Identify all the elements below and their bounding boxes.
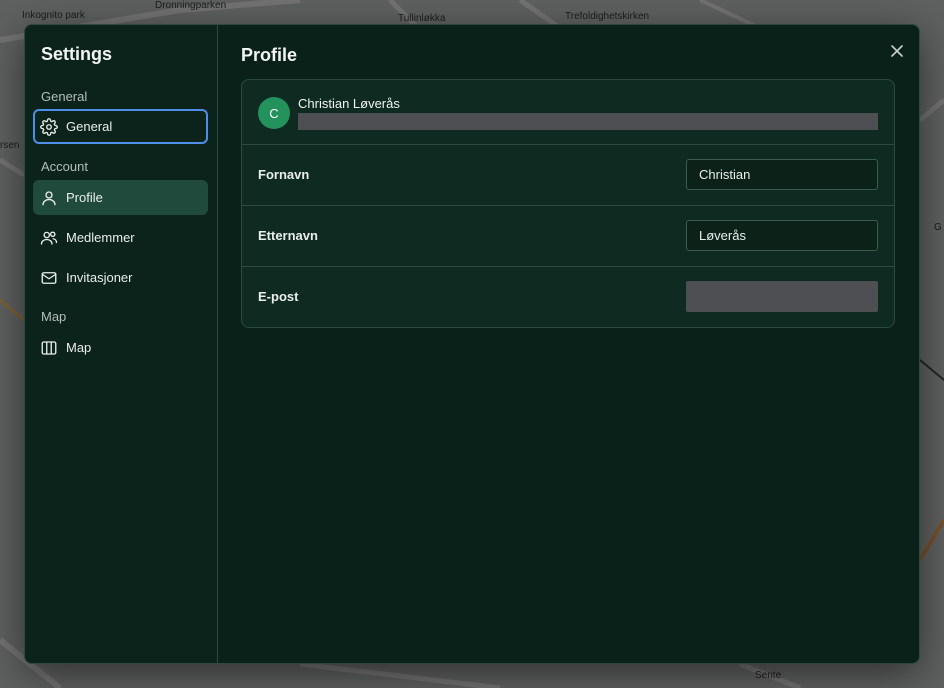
sidebar-item-label: Profile <box>66 190 103 205</box>
last-name-row: Etternavn <box>242 205 894 267</box>
sidebar-item-general[interactable]: General <box>33 109 208 144</box>
profile-header: C Christian Løverås <box>242 80 894 145</box>
page-title: Profile <box>241 45 298 65</box>
email-label: E-post <box>258 289 299 304</box>
sidebar-item-invitations[interactable]: Invitasjoner <box>33 260 208 295</box>
section-label-general: General <box>41 89 88 104</box>
sidebar-item-label: Medlemmer <box>66 230 135 245</box>
map-icon <box>40 339 58 357</box>
sidebar-item-label: General <box>66 119 113 134</box>
users-icon <box>40 229 58 247</box>
last-name-label: Etternavn <box>258 228 318 243</box>
close-icon <box>891 45 903 57</box>
sidebar-title: Settings <box>41 44 113 64</box>
email-row: E-post <box>242 266 894 327</box>
sidebar-item-members[interactable]: Medlemmer <box>33 220 208 255</box>
first-name-label: Fornavn <box>258 167 310 182</box>
sidebar-item-profile[interactable]: Profile <box>33 180 208 215</box>
gear-icon <box>40 117 58 136</box>
user-icon <box>40 189 58 207</box>
sidebar-item-label: Invitasjoner <box>66 270 133 285</box>
first-name-row: Fornavn <box>242 144 894 206</box>
settings-sidebar: Settings General General Account Profile <box>25 25 218 663</box>
section-label-account: Account <box>41 159 88 174</box>
settings-content: Profile C Christian Løverås Fornavn Chri… <box>217 25 919 663</box>
settings-dialog: Settings General General Account Profile <box>24 24 920 664</box>
sidebar-item-label: Map <box>66 340 92 355</box>
section-label-map: Map <box>41 309 67 324</box>
email-field[interactable] <box>686 281 878 312</box>
sidebar-item-map[interactable]: Map <box>33 330 208 365</box>
last-name-input[interactable] <box>686 220 878 251</box>
close-button[interactable] <box>887 41 907 61</box>
user-name: Christian Løverås <box>298 96 400 111</box>
redacted-subtitle <box>298 113 878 130</box>
avatar: C <box>258 97 290 129</box>
first-name-input[interactable] <box>686 159 878 190</box>
profile-card: C Christian Løverås Fornavn Etternavn E-… <box>241 79 895 328</box>
mail-icon <box>40 269 58 287</box>
